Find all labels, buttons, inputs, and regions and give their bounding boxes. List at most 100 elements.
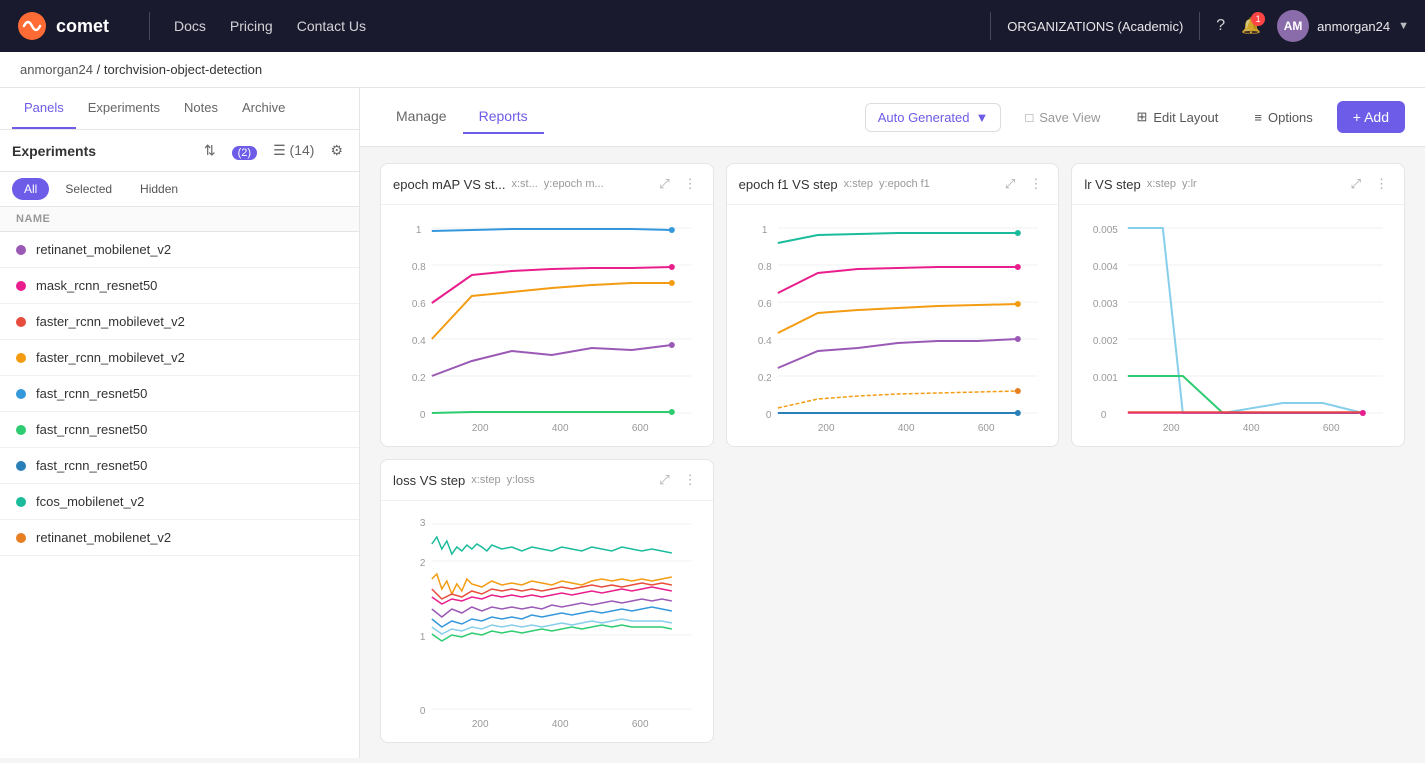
breadcrumb-project: torchvision-object-detection	[104, 62, 262, 77]
menu-chart-4[interactable]: ⋮	[680, 470, 701, 490]
tab-manage[interactable]: Manage	[380, 100, 463, 134]
settings-icon[interactable]: ⚙	[326, 138, 347, 163]
logo[interactable]: comet	[16, 10, 109, 42]
list-item[interactable]: fast_rcnn_resnet50	[0, 448, 359, 484]
tab-archive[interactable]: Archive	[230, 88, 297, 129]
list-item[interactable]: fast_rcnn_resnet50	[0, 376, 359, 412]
options-label: Options	[1268, 110, 1313, 125]
chart-title-1: epoch mAP VS st...	[393, 177, 505, 192]
chart-epoch-map: epoch mAP VS st... x:st... y:epoch m... …	[380, 163, 714, 447]
chart-x-1: x:st...	[511, 178, 537, 190]
list-item[interactable]: faster_rcnn_mobilevet_v2	[0, 340, 359, 376]
svg-text:0.2: 0.2	[757, 373, 771, 384]
svg-text:1: 1	[761, 225, 767, 236]
breadcrumb-user[interactable]: anmorgan24	[20, 62, 93, 77]
expand-chart-1[interactable]: ⤢	[655, 174, 673, 194]
filter-all[interactable]: All	[12, 178, 49, 200]
experiment-name: faster_rcnn_mobilevet_v2	[36, 314, 185, 329]
nav-pricing[interactable]: Pricing	[230, 18, 273, 34]
add-button[interactable]: + Add	[1337, 101, 1405, 133]
tab-experiments[interactable]: Experiments	[76, 88, 172, 129]
experiment-color-dot	[16, 389, 26, 399]
svg-text:600: 600	[1323, 423, 1340, 434]
experiment-name: faster_rcnn_mobilevet_v2	[36, 350, 185, 365]
filter-badge: (2)	[232, 146, 257, 160]
svg-text:400: 400	[552, 719, 569, 730]
nav-divider-2	[990, 12, 991, 40]
count-label: (14)	[290, 142, 315, 158]
charts-row-1: epoch mAP VS st... x:st... y:epoch m... …	[380, 163, 1405, 447]
experiments-title: Experiments	[12, 143, 192, 159]
experiment-name: retinanet_mobilenet_v2	[36, 242, 171, 257]
user-menu[interactable]: AM anmorgan24 ▼	[1277, 10, 1409, 42]
experiment-color-dot	[16, 461, 26, 471]
chevron-down-icon: ▼	[1398, 20, 1409, 32]
svg-text:0.4: 0.4	[757, 336, 771, 347]
chart-epoch-f1: epoch f1 VS step x:step y:epoch f1 ⤢ ⋮ 0…	[726, 163, 1060, 447]
experiment-color-dot	[16, 317, 26, 327]
svg-text:0.005: 0.005	[1093, 225, 1118, 236]
menu-chart-1[interactable]: ⋮	[680, 174, 701, 194]
svg-text:1: 1	[420, 632, 426, 643]
nav-divider-3	[1199, 12, 1200, 40]
list-view-button[interactable]: ☰ (14)	[269, 138, 318, 163]
chart-x-2: x:step	[844, 178, 873, 190]
svg-text:0.003: 0.003	[1093, 299, 1118, 310]
svg-text:0: 0	[420, 410, 426, 421]
experiment-color-dot	[16, 245, 26, 255]
list-item[interactable]: faster_rcnn_mobilevet_v2	[0, 304, 359, 340]
experiment-name: fast_rcnn_resnet50	[36, 458, 147, 473]
notifications-button[interactable]: 🔔 1	[1241, 16, 1261, 36]
expand-chart-3[interactable]: ⤢	[1347, 174, 1365, 194]
list-item[interactable]: mask_rcnn_resnet50	[0, 268, 359, 304]
svg-text:0.8: 0.8	[412, 262, 426, 273]
filter-tab-bar: All Selected Hidden	[0, 172, 359, 207]
chart-title-4: loss VS step	[393, 473, 465, 488]
help-button[interactable]: ?	[1216, 17, 1225, 35]
nav-contact[interactable]: Contact Us	[297, 18, 366, 34]
sidebar-tab-bar: Panels Experiments Notes Archive	[0, 88, 359, 130]
chart-y-2: y:epoch f1	[879, 178, 930, 190]
sidebar-toolbar: Experiments ⇅ (2) ☰ (14) ⚙	[0, 130, 359, 172]
list-item[interactable]: retinanet_mobilenet_v2	[0, 520, 359, 556]
svg-text:0.004: 0.004	[1093, 262, 1118, 273]
exp-list-header: NAME	[0, 207, 359, 232]
svg-text:0.8: 0.8	[757, 262, 771, 273]
menu-chart-3[interactable]: ⋮	[1371, 174, 1392, 194]
user-avatar: AM	[1277, 10, 1309, 42]
filter-count-button[interactable]: (2)	[228, 139, 261, 163]
auto-generated-button[interactable]: Auto Generated ▼	[865, 103, 1002, 132]
filter-hidden[interactable]: Hidden	[128, 178, 190, 200]
list-item[interactable]: fcos_mobilenet_v2	[0, 484, 359, 520]
svg-text:200: 200	[472, 719, 489, 730]
filter-selected[interactable]: Selected	[53, 178, 124, 200]
svg-text:400: 400	[552, 423, 569, 434]
tab-notes[interactable]: Notes	[172, 88, 230, 129]
nav-docs[interactable]: Docs	[174, 18, 206, 34]
layout-icon: ⊞	[1136, 109, 1147, 125]
menu-chart-2[interactable]: ⋮	[1025, 174, 1046, 194]
svg-text:400: 400	[1243, 423, 1260, 434]
list-item[interactable]: fast_rcnn_resnet50	[0, 412, 359, 448]
tab-reports[interactable]: Reports	[463, 100, 544, 134]
filter-icon[interactable]: ⇅	[200, 138, 220, 163]
experiment-name: fast_rcnn_resnet50	[36, 386, 147, 401]
options-icon: ≡	[1254, 110, 1262, 125]
svg-text:0: 0	[420, 706, 426, 717]
top-navigation: comet Docs Pricing Contact Us ORGANIZATI…	[0, 0, 1425, 52]
experiment-name: fcos_mobilenet_v2	[36, 494, 144, 509]
chart-title-2: epoch f1 VS step	[739, 177, 838, 192]
chart-header-4: loss VS step x:step y:loss ⤢ ⋮	[381, 460, 713, 501]
nav-divider	[149, 12, 150, 40]
save-view-button[interactable]: □ Save View	[1013, 104, 1112, 131]
edit-layout-button[interactable]: ⊞ Edit Layout	[1124, 103, 1230, 131]
tab-panels[interactable]: Panels	[12, 88, 76, 129]
list-item[interactable]: retinanet_mobilenet_v2	[0, 232, 359, 268]
breadcrumb: anmorgan24 / torchvision-object-detectio…	[0, 52, 1425, 88]
save-view-label: Save View	[1039, 110, 1100, 125]
svg-text:0: 0	[1101, 410, 1107, 421]
options-button[interactable]: ≡ Options	[1242, 104, 1324, 131]
experiment-name: mask_rcnn_resnet50	[36, 278, 157, 293]
expand-chart-2[interactable]: ⤢	[1001, 174, 1019, 194]
expand-chart-4[interactable]: ⤢	[655, 470, 673, 490]
